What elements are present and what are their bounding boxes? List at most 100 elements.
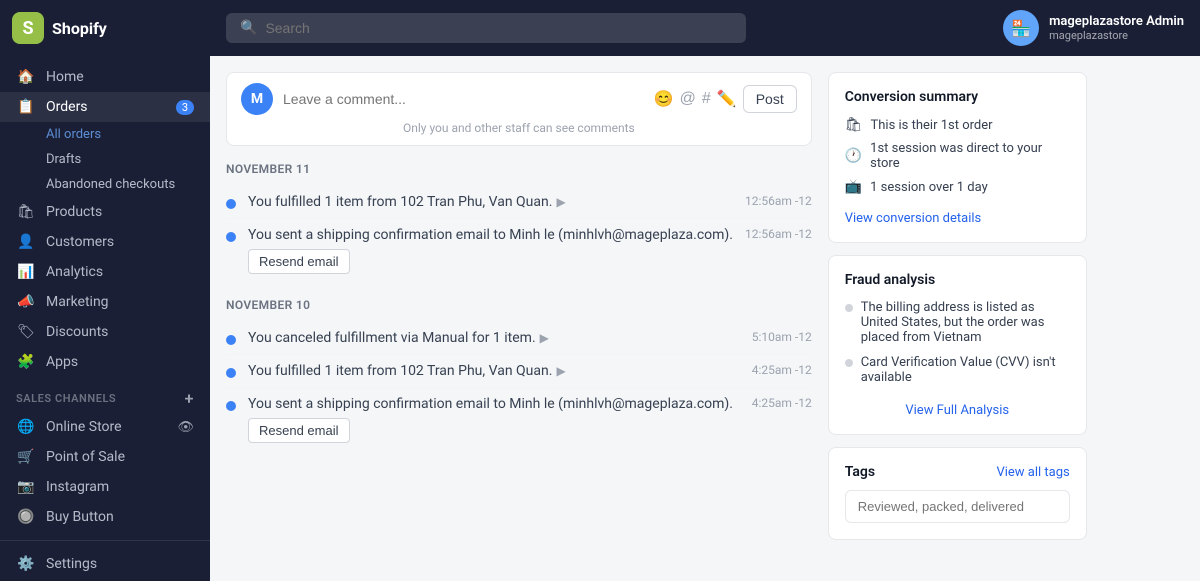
attachment-button[interactable]: ✏️ <box>717 89 737 109</box>
timeline-section-nov10: NOVEMBER 10 You canceled fulfillment via… <box>226 298 812 451</box>
sidebar-item-analytics[interactable]: 📊 Analytics <box>0 257 210 287</box>
timeline-time: 12:56am -12 <box>745 194 812 208</box>
sidebar-item-customers[interactable]: 👤 Customers <box>0 227 210 257</box>
view-conversion-details-link[interactable]: View conversion details <box>845 211 982 226</box>
sidebar-item-online-store[interactable]: 🌐 Online Store 👁 <box>0 412 210 442</box>
sidebar-item-buy-button[interactable]: 🔘 Buy Button <box>0 502 210 532</box>
add-channel-icon[interactable]: + <box>185 389 194 408</box>
chevron-right-icon: ▶ <box>556 364 565 378</box>
analytics-icon: 📊 <box>16 264 36 280</box>
store-brand-name: Shopify <box>52 19 107 38</box>
table-row: You sent a shipping confirmation email t… <box>226 219 812 282</box>
shopify-logo: S <box>12 12 44 44</box>
sidebar-item-marketing[interactable]: 📣 Marketing <box>0 287 210 317</box>
instagram-icon: 📷 <box>16 479 36 495</box>
sidebar-sub-abandoned[interactable]: Abandoned checkouts <box>0 172 210 197</box>
sidebar-item-orders[interactable]: 📋 Orders 3 <box>0 92 210 122</box>
sidebar-item-instagram[interactable]: 📷 Instagram <box>0 472 210 502</box>
settings-icon: ⚙️ <box>16 556 36 572</box>
sidebar-sub-all-orders[interactable]: All orders <box>0 122 210 147</box>
sidebar-item-apps[interactable]: 🧩 Apps <box>0 347 210 377</box>
discounts-icon: 🏷 <box>16 324 36 340</box>
timeline-date-nov10: NOVEMBER 10 <box>226 298 812 312</box>
conversion-summary-title: Conversion summary <box>845 89 1070 105</box>
table-row: You fulfilled 1 item from 102 Tran Phu, … <box>226 355 812 388</box>
timeline-dot <box>226 232 236 242</box>
user-info: 🏪 mageplazastore Admin mageplazastore <box>1003 10 1200 46</box>
timeline-dot <box>226 368 236 378</box>
monitor-icon: 📺 <box>845 179 862 195</box>
conversion-summary-card: Conversion summary 🛍 This is their 1st o… <box>828 72 1087 243</box>
online-store-icon: 🌐 <box>16 419 36 435</box>
sidebar-item-point-of-sale[interactable]: 🛒 Point of Sale <box>0 442 210 472</box>
apps-icon: 🧩 <box>16 354 36 370</box>
sidebar-item-discounts[interactable]: 🏷 Discounts <box>0 317 210 347</box>
view-full-analysis-link[interactable]: View Full Analysis <box>905 403 1009 418</box>
right-panel: Conversion summary 🛍 This is their 1st o… <box>828 56 1103 581</box>
mention-button[interactable]: @ <box>680 90 696 108</box>
timeline-time: 5:10am -12 <box>752 330 812 344</box>
comment-note: Only you and other staff can see comment… <box>241 121 797 135</box>
home-icon: 🏠 <box>16 69 36 85</box>
table-row: You fulfilled 1 item from 102 Tran Phu, … <box>226 186 812 219</box>
user-store: mageplazastore <box>1049 29 1184 42</box>
fraud-item: Card Verification Value (CVV) isn't avai… <box>845 355 1070 385</box>
user-name: mageplazastore Admin <box>1049 14 1184 29</box>
tags-card: Tags View all tags <box>828 447 1087 540</box>
comment-box: M 😊 @ # ✏️ Post Only you and other staff… <box>226 72 812 146</box>
resend-email-button-2[interactable]: Resend email <box>248 418 350 443</box>
eye-icon[interactable]: 👁 <box>177 420 194 435</box>
timeline-time: 12:56am -12 <box>745 227 812 241</box>
comment-input[interactable] <box>283 91 644 107</box>
timeline-dot <box>226 335 236 345</box>
sidebar-sub-drafts[interactable]: Drafts <box>0 147 210 172</box>
timeline-time: 4:25am -12 <box>752 396 812 410</box>
sidebar-item-products[interactable]: 🛍 Products <box>0 197 210 227</box>
timeline-date-nov11: NOVEMBER 11 <box>226 162 812 176</box>
fraud-analysis-card: Fraud analysis The billing address is li… <box>828 255 1087 435</box>
table-row: You canceled fulfillment via Manual for … <box>226 322 812 355</box>
session-icon: 🕐 <box>845 148 862 164</box>
timeline-text: You fulfilled 1 item from 102 Tran Phu, … <box>248 194 552 210</box>
timeline-text: You sent a shipping confirmation email t… <box>248 227 733 243</box>
search-bar: 🔍 <box>226 13 746 43</box>
customers-icon: 👤 <box>16 234 36 250</box>
chevron-right-icon: ▶ <box>556 195 565 209</box>
timeline-time: 4:25am -12 <box>752 363 812 377</box>
conversion-item: 📺 1 session over 1 day <box>845 179 1070 195</box>
fraud-dot <box>845 359 853 367</box>
marketing-icon: 📣 <box>16 294 36 310</box>
buy-button-icon: 🔘 <box>16 509 36 525</box>
products-icon: 🛍 <box>16 204 36 220</box>
avatar: 🏪 <box>1003 10 1039 46</box>
view-all-tags-link[interactable]: View all tags <box>996 465 1069 480</box>
hashtag-button[interactable]: # <box>702 90 711 108</box>
sidebar-item-home[interactable]: 🏠 Home <box>0 62 210 92</box>
table-row: You sent a shipping confirmation email t… <box>226 388 812 451</box>
sales-channels-section-label: SALES CHANNELS + <box>0 377 210 412</box>
orders-badge: 3 <box>176 100 194 115</box>
fraud-dot <box>845 304 853 312</box>
timeline-dot <box>226 199 236 209</box>
timeline-text: You fulfilled 1 item from 102 Tran Phu, … <box>248 363 552 379</box>
tags-input[interactable] <box>845 490 1070 523</box>
fraud-item: The billing address is listed as United … <box>845 300 1070 345</box>
sidebar-item-settings[interactable]: ⚙️ Settings <box>0 549 210 579</box>
post-button[interactable]: Post <box>743 85 797 113</box>
resend-email-button-1[interactable]: Resend email <box>248 249 350 274</box>
orders-icon: 📋 <box>16 99 36 115</box>
conversion-item: 🛍 This is their 1st order <box>845 117 1070 133</box>
search-icon: 🔍 <box>240 20 257 36</box>
commenter-avatar: M <box>241 83 273 115</box>
emoji-button[interactable]: 😊 <box>654 89 674 109</box>
timeline-dot <box>226 401 236 411</box>
tags-title: Tags <box>845 464 875 480</box>
timeline-text: You sent a shipping confirmation email t… <box>248 396 740 412</box>
conversion-item: 🕐 1st session was direct to your store <box>845 141 1070 171</box>
center-panel: M 😊 @ # ✏️ Post Only you and other staff… <box>210 56 828 581</box>
search-input[interactable] <box>265 20 732 36</box>
timeline-text: You canceled fulfillment via Manual for … <box>248 330 536 346</box>
chevron-right-icon: ▶ <box>540 331 549 345</box>
timeline-section-nov11: NOVEMBER 11 You fulfilled 1 item from 10… <box>226 162 812 282</box>
order-icon: 🛍 <box>845 117 863 133</box>
